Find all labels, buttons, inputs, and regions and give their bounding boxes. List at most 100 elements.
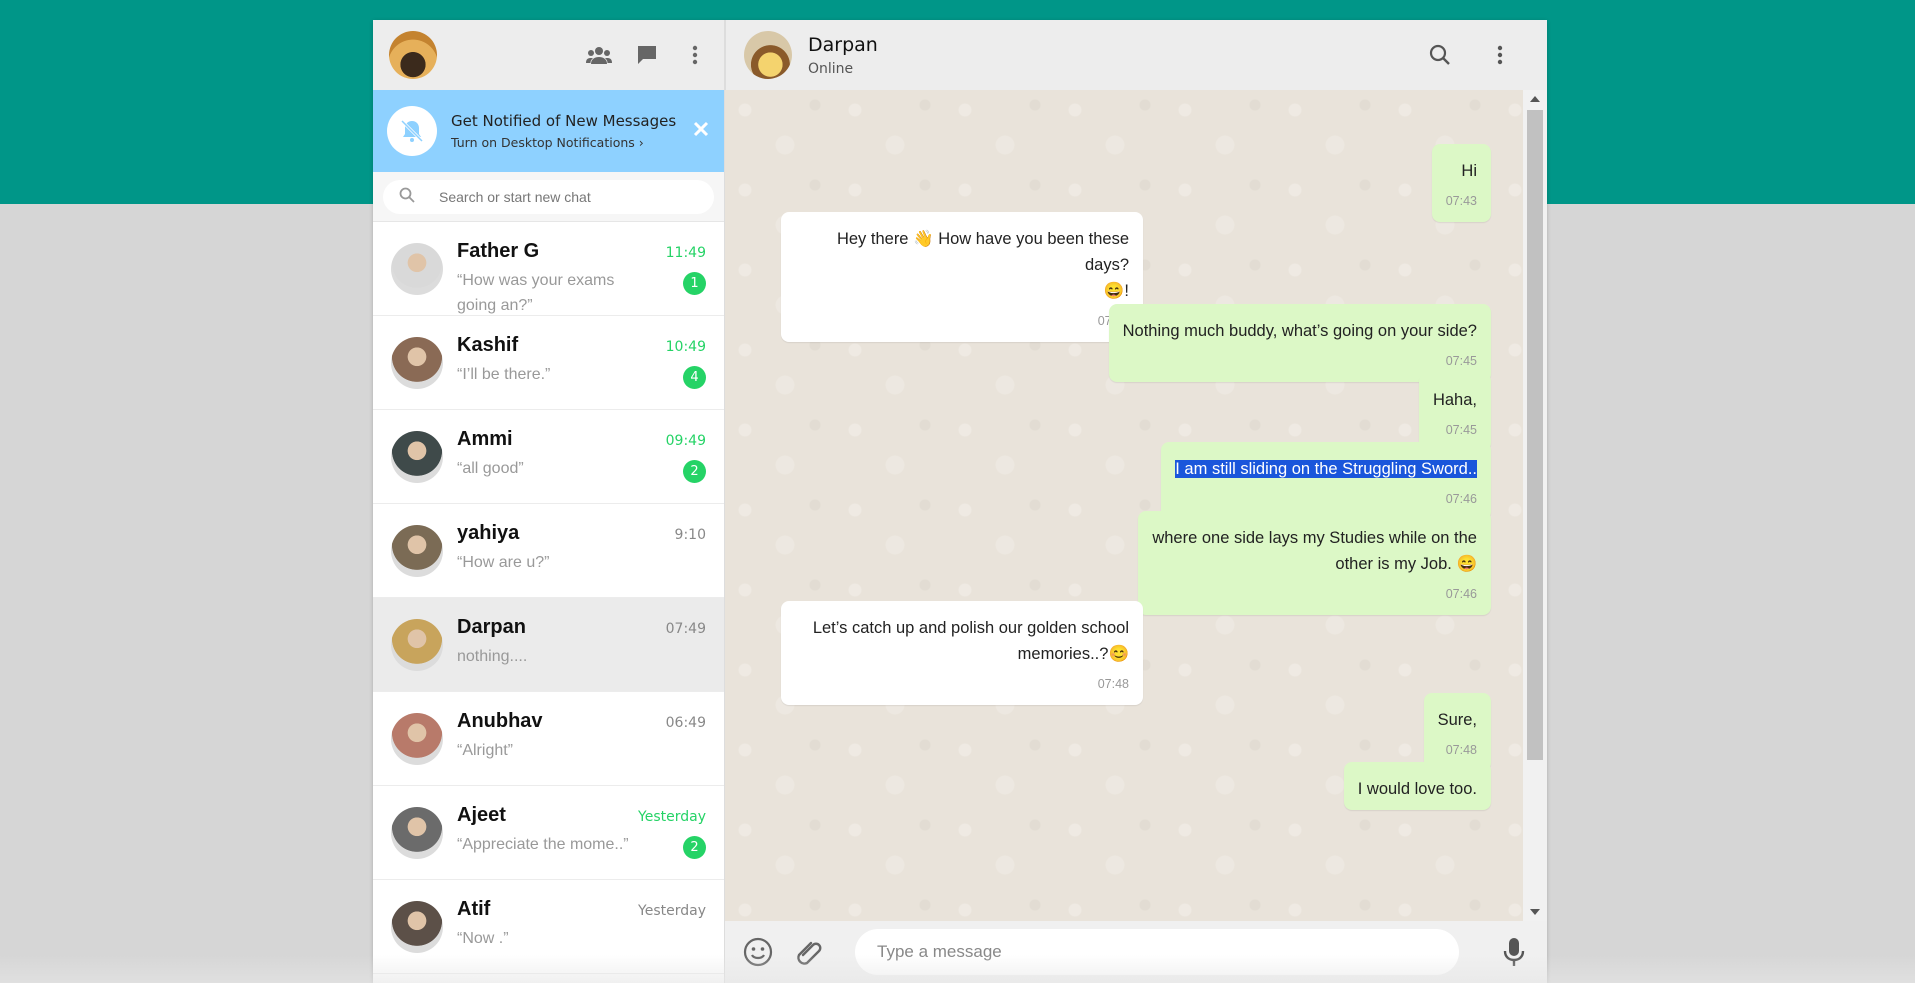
chat-bottom: “How are u?” <box>457 550 706 575</box>
chat-avatar <box>391 618 443 671</box>
chat-preview: “all good” <box>457 460 524 477</box>
community-icon[interactable] <box>586 42 612 68</box>
chat-top: Anubhav 06:49 <box>457 710 706 733</box>
chat-item[interactable]: yahiya 9:10 “How are u?” <box>373 504 724 598</box>
scroll-up-arrow[interactable] <box>1530 96 1540 102</box>
message-area[interactable]: Hi 07:43 Hey there 👋 How have you been the… <box>725 90 1547 921</box>
conversation-menu-icon[interactable] <box>1487 42 1513 68</box>
chat-item[interactable]: Ajeet Yesterday “Appreciate the mome..” … <box>373 786 724 880</box>
chat-item[interactable]: Kashif 10:49 “I’ll be there.” 4 <box>373 316 724 410</box>
attach-icon[interactable] <box>793 935 827 969</box>
message-text: Hi <box>1446 158 1477 184</box>
message-text: I am still sliding on the Struggling Swo… <box>1175 456 1477 482</box>
search-icon <box>399 187 415 207</box>
chat-time: 11:49 <box>665 245 706 261</box>
chat-body: Darpan 07:49 nothing.... <box>457 598 706 691</box>
unread-badge: 1 <box>683 272 706 295</box>
chat-item[interactable]: Anubhav 06:49 “Alright” <box>373 692 724 786</box>
outgoing-message[interactable]: Sure, 07:48 <box>1423 693 1491 771</box>
chat-bottom: nothing.... <box>457 644 706 669</box>
message-time: 07:45 <box>1445 423 1477 437</box>
outgoing-message[interactable]: I would love too. <box>1343 762 1491 810</box>
message-line: Hi <box>1461 162 1477 180</box>
message-time: 07:45 <box>795 308 1129 334</box>
chat-bottom: “Alright” <box>457 738 706 763</box>
message-line-2: 😄! <box>1103 282 1129 300</box>
unread-badge: 4 <box>683 366 706 389</box>
chat-name: yahiya <box>457 522 520 544</box>
outgoing-message[interactable]: Nothing much buddy, what’s going on your… <box>1108 304 1491 382</box>
incoming-message[interactable]: Hey there 👋 How have you been these days… <box>781 212 1143 342</box>
scroll-down-arrow[interactable] <box>1530 909 1540 915</box>
outgoing-message[interactable]: I am still sliding on the Struggling Swo… <box>1161 442 1491 520</box>
message-text: Nothing much buddy, what’s going on your… <box>1123 318 1477 344</box>
message-time: 07:48 <box>1097 677 1129 691</box>
chat-top: Ajeet Yesterday <box>457 804 706 827</box>
chat-body: Atif Yesterday “Now .” <box>457 880 706 973</box>
message-line: Hey there 👋 How have you been these days… <box>836 230 1129 274</box>
message-time: 07:46 <box>1445 492 1477 506</box>
chat-avatar <box>391 430 443 483</box>
chat-name: Ammi <box>457 428 513 450</box>
notification-banner[interactable]: Get Notified of New Messages Turn on Des… <box>373 90 724 172</box>
message-text: I would love too. <box>1358 776 1477 802</box>
search-bar <box>373 172 724 222</box>
message-text: Let’s catch up and polish our golden sch… <box>795 615 1129 641</box>
chat-list: Father G 11:49 “How was your exams going… <box>373 222 724 983</box>
sidebar-menu-icon[interactable] <box>682 42 708 68</box>
emoji-icon[interactable] <box>741 935 775 969</box>
notification-title: Get Notified of New Messages <box>451 112 677 130</box>
chat-item[interactable]: Father G 11:49 “How was your exams going… <box>373 222 724 316</box>
chat-top: Darpan 07:49 <box>457 616 706 639</box>
chat-avatar <box>391 900 443 953</box>
outgoing-message[interactable]: where one side lays my Studies while on … <box>1138 511 1491 615</box>
close-icon[interactable] <box>690 118 712 140</box>
search-icon[interactable] <box>1427 42 1453 68</box>
message-time: 07:48 <box>1445 743 1477 757</box>
bell-off-icon <box>387 106 437 156</box>
chat-item[interactable]: Atif Yesterday “Now .” <box>373 880 724 974</box>
chat-body: yahiya 9:10 “How are u?” <box>457 504 706 597</box>
my-avatar[interactable] <box>389 31 437 79</box>
chat-bottom: “I’ll be there.” 4 <box>457 362 706 389</box>
outgoing-message[interactable]: Hi 07:43 <box>1431 144 1491 222</box>
unread-badge: 2 <box>683 460 706 483</box>
conversation-panel: Darpan Online Hi 07:43 Hey there 👋 How hav… <box>725 20 1547 983</box>
outgoing-message[interactable]: Haha, 07:45 <box>1418 373 1491 451</box>
chat-time: Yesterday <box>638 903 706 919</box>
chat-time: 06:49 <box>665 715 706 731</box>
notification-subtitle[interactable]: Turn on Desktop Notifications › <box>451 135 676 150</box>
chat-item[interactable]: Ammi 09:49 “all good” 2 <box>373 410 724 504</box>
chat-avatar <box>391 712 443 765</box>
message-text: where one side lays my Studies while on … <box>1152 525 1477 551</box>
new-chat-icon[interactable] <box>634 42 660 68</box>
conversation-header-icons <box>1427 42 1513 68</box>
chat-top: Father G 11:49 <box>457 240 706 263</box>
search-input[interactable] <box>439 189 669 205</box>
chat-time: 10:49 <box>665 339 706 355</box>
scrollbar[interactable] <box>1523 90 1547 921</box>
contact-avatar[interactable] <box>744 31 792 79</box>
microphone-icon[interactable] <box>1497 935 1531 969</box>
chat-body: Ajeet Yesterday “Appreciate the mome..” … <box>457 786 706 879</box>
message-text: Sure, <box>1438 707 1477 733</box>
message-line-2: other is my Job. 😄 <box>1335 555 1477 573</box>
chat-top: Atif Yesterday <box>457 898 706 921</box>
message-line-2: memories..?😊 <box>1017 645 1129 663</box>
scroll-thumb[interactable] <box>1527 110 1543 760</box>
whatsapp-window: Get Notified of New Messages Turn on Des… <box>373 20 1547 983</box>
sidebar: Get Notified of New Messages Turn on Des… <box>373 20 725 983</box>
contact-info: Darpan Online <box>808 34 878 77</box>
message-input[interactable] <box>855 929 1459 975</box>
contact-status: Online <box>808 60 854 77</box>
conversation-header[interactable]: Darpan Online <box>725 20 1547 90</box>
chat-preview: “Now .” <box>457 930 509 947</box>
chat-bottom: “Now .” <box>457 926 706 951</box>
incoming-message[interactable]: Let’s catch up and polish our golden sch… <box>781 601 1143 705</box>
sidebar-header <box>373 20 724 90</box>
chat-preview: “Alright” <box>457 742 514 759</box>
chat-item[interactable]: Darpan 07:49 nothing.... <box>373 598 724 692</box>
chat-preview: “I’ll be there.” <box>457 366 551 383</box>
message-line: Haha, <box>1432 391 1477 409</box>
chat-time: Yesterday <box>638 809 706 825</box>
